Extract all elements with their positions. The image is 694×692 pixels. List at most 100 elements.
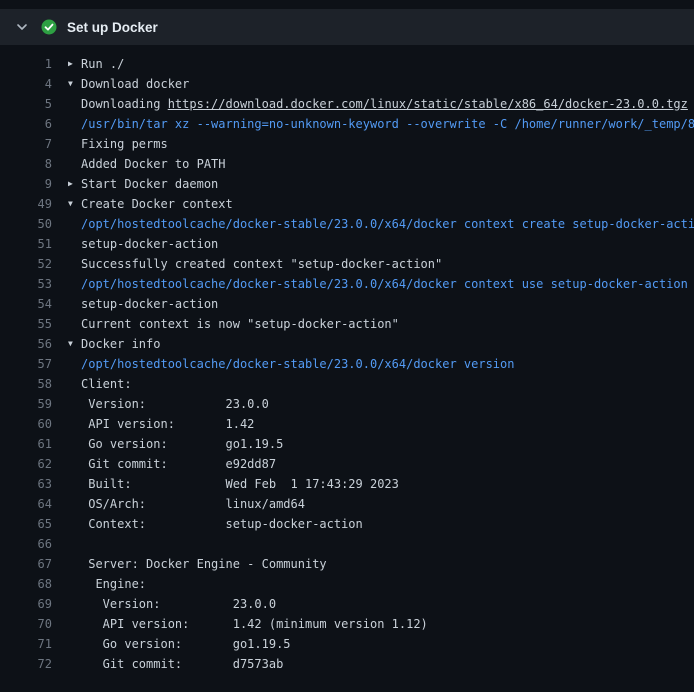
line-number[interactable]: 50 bbox=[0, 214, 52, 234]
gutter-gap bbox=[52, 294, 68, 314]
log-line: 51 setup-docker-action bbox=[0, 234, 694, 254]
chevron-down-icon[interactable] bbox=[14, 19, 30, 35]
line-number[interactable]: 7 bbox=[0, 134, 52, 154]
log-text: Docker info bbox=[81, 334, 160, 354]
log-line: 55 Current context is now "setup-docker-… bbox=[0, 314, 694, 334]
gutter-gap bbox=[52, 74, 68, 94]
line-number[interactable]: 63 bbox=[0, 474, 52, 494]
log-group-row[interactable]: 56 ▼ Docker info bbox=[0, 334, 694, 354]
log-group-row[interactable]: 1 ▶ Run ./ bbox=[0, 54, 694, 74]
line-number[interactable]: 8 bbox=[0, 154, 52, 174]
gutter-gap bbox=[52, 474, 68, 494]
line-number[interactable]: 65 bbox=[0, 514, 52, 534]
disclosure-slot bbox=[68, 214, 81, 234]
line-number[interactable]: 72 bbox=[0, 654, 52, 674]
gutter-gap bbox=[52, 634, 68, 654]
log-line: 68 Engine: bbox=[0, 574, 694, 594]
log-line: 64 OS/Arch: linux/amd64 bbox=[0, 494, 694, 514]
log-text: setup-docker-action bbox=[81, 234, 218, 254]
triangle-right-icon[interactable]: ▶ bbox=[68, 174, 81, 194]
log-text: OS/Arch: linux/amd64 bbox=[81, 494, 305, 514]
log-line: 61 Go version: go1.19.5 bbox=[0, 434, 694, 454]
line-number[interactable]: 62 bbox=[0, 454, 52, 474]
log-text: /opt/hostedtoolcache/docker-stable/23.0.… bbox=[81, 274, 688, 294]
disclosure-slot bbox=[68, 94, 81, 114]
line-number[interactable]: 9 bbox=[0, 174, 52, 194]
step-header-setup-docker[interactable]: Set up Docker bbox=[0, 9, 694, 45]
gutter-gap bbox=[52, 134, 68, 154]
gutter-gap bbox=[52, 434, 68, 454]
line-number[interactable]: 71 bbox=[0, 634, 52, 654]
gutter-gap bbox=[52, 174, 68, 194]
line-number[interactable]: 49 bbox=[0, 194, 52, 214]
log-text: Downloading https://download.docker.com/… bbox=[81, 94, 688, 114]
log-line: 65 Context: setup-docker-action bbox=[0, 514, 694, 534]
disclosure-slot bbox=[68, 494, 81, 514]
disclosure-slot bbox=[68, 394, 81, 414]
step-title: Set up Docker bbox=[67, 20, 158, 35]
gutter-gap bbox=[52, 314, 68, 334]
log-line: 5 Downloading https://download.docker.co… bbox=[0, 94, 694, 114]
log-text: Successfully created context "setup-dock… bbox=[81, 254, 442, 274]
line-number[interactable]: 60 bbox=[0, 414, 52, 434]
line-number[interactable]: 55 bbox=[0, 314, 52, 334]
log-url-link[interactable]: https://download.docker.com/linux/static… bbox=[168, 97, 688, 111]
line-number[interactable]: 61 bbox=[0, 434, 52, 454]
log-text: Git commit: e92dd87 bbox=[81, 454, 276, 474]
disclosure-slot bbox=[68, 354, 81, 374]
disclosure-slot bbox=[68, 294, 81, 314]
line-number[interactable]: 67 bbox=[0, 554, 52, 574]
log-line: 69 Version: 23.0.0 bbox=[0, 594, 694, 614]
log-line: 66 bbox=[0, 534, 694, 554]
disclosure-slot bbox=[68, 554, 81, 574]
line-number[interactable]: 58 bbox=[0, 374, 52, 394]
log-text: /usr/bin/tar xz --warning=no-unknown-key… bbox=[81, 114, 694, 134]
line-number[interactable]: 54 bbox=[0, 294, 52, 314]
log-text-prefix: Downloading bbox=[81, 97, 168, 111]
gutter-gap bbox=[52, 574, 68, 594]
disclosure-slot bbox=[68, 474, 81, 494]
disclosure-slot bbox=[68, 134, 81, 154]
line-number[interactable]: 66 bbox=[0, 534, 52, 554]
disclosure-slot bbox=[68, 414, 81, 434]
triangle-down-icon[interactable]: ▼ bbox=[68, 74, 81, 94]
triangle-right-icon[interactable]: ▶ bbox=[68, 54, 81, 74]
log-body: 1 ▶ Run ./ 4 ▼ Download docker 5 Downloa… bbox=[0, 45, 694, 674]
log-text: Go version: go1.19.5 bbox=[81, 634, 291, 654]
log-line: 50 /opt/hostedtoolcache/docker-stable/23… bbox=[0, 214, 694, 234]
log-group-row[interactable]: 4 ▼ Download docker bbox=[0, 74, 694, 94]
line-number[interactable]: 57 bbox=[0, 354, 52, 374]
log-group-row[interactable]: 9 ▶ Start Docker daemon bbox=[0, 174, 694, 194]
line-number[interactable]: 1 bbox=[0, 54, 52, 74]
gutter-gap bbox=[52, 494, 68, 514]
log-text: Built: Wed Feb 1 17:43:29 2023 bbox=[81, 474, 399, 494]
line-number[interactable]: 69 bbox=[0, 594, 52, 614]
disclosure-slot bbox=[68, 254, 81, 274]
line-number[interactable]: 64 bbox=[0, 494, 52, 514]
gutter-gap bbox=[52, 94, 68, 114]
log-text: Client: bbox=[81, 374, 132, 394]
log-text: Version: 23.0.0 bbox=[81, 594, 276, 614]
gutter-gap bbox=[52, 394, 68, 414]
log-line: 58 Client: bbox=[0, 374, 694, 394]
gutter-gap bbox=[52, 354, 68, 374]
line-number[interactable]: 52 bbox=[0, 254, 52, 274]
line-number[interactable]: 59 bbox=[0, 394, 52, 414]
line-number[interactable]: 68 bbox=[0, 574, 52, 594]
line-number[interactable]: 53 bbox=[0, 274, 52, 294]
log-line: 52 Successfully created context "setup-d… bbox=[0, 254, 694, 274]
line-number[interactable]: 5 bbox=[0, 94, 52, 114]
line-number[interactable]: 70 bbox=[0, 614, 52, 634]
log-group-row[interactable]: 49 ▼ Create Docker context bbox=[0, 194, 694, 214]
triangle-down-icon[interactable]: ▼ bbox=[68, 334, 81, 354]
log-text: Go version: go1.19.5 bbox=[81, 434, 283, 454]
gutter-gap bbox=[52, 54, 68, 74]
line-number[interactable]: 4 bbox=[0, 74, 52, 94]
disclosure-slot bbox=[68, 314, 81, 334]
line-number[interactable]: 6 bbox=[0, 114, 52, 134]
line-number[interactable]: 51 bbox=[0, 234, 52, 254]
gutter-gap bbox=[52, 594, 68, 614]
line-number[interactable]: 56 bbox=[0, 334, 52, 354]
triangle-down-icon[interactable]: ▼ bbox=[68, 194, 81, 214]
disclosure-slot bbox=[68, 114, 81, 134]
